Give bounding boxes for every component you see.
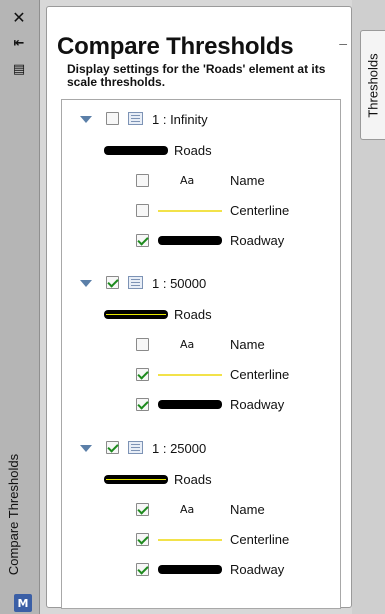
element-row[interactable]: Centerline: [62, 364, 340, 386]
roads-centerline-stripe: [106, 479, 166, 480]
panel-title: Compare Thresholds: [57, 33, 294, 60]
element-row[interactable]: Aa Name: [62, 170, 340, 192]
roads-label: Roads: [174, 143, 212, 158]
text-style-icon: Aa: [180, 338, 195, 351]
scale-label: 1 : Infinity: [152, 112, 208, 127]
compare-thresholds-panel: Compare Thresholds – Display settings fo…: [46, 6, 352, 609]
element-label: Name: [230, 337, 265, 352]
threshold-checkbox[interactable]: [106, 441, 119, 454]
threshold-checkbox[interactable]: [106, 276, 119, 289]
expand-triangle-icon[interactable]: [80, 280, 92, 287]
element-checkbox[interactable]: [136, 398, 149, 411]
element-checkbox[interactable]: [136, 204, 149, 217]
element-checkbox[interactable]: [136, 338, 149, 351]
strip-title-text: Compare Thresholds: [6, 453, 22, 575]
collapse-icon[interactable]: –: [339, 35, 347, 51]
properties-menu-icon[interactable]: ▤: [6, 60, 32, 78]
roadway-style-swatch: [158, 565, 222, 574]
threshold-checkbox[interactable]: [106, 112, 119, 125]
element-checkbox[interactable]: [136, 563, 149, 576]
roads-row: Roads: [62, 140, 340, 162]
element-row[interactable]: Centerline: [62, 200, 340, 222]
roads-style-swatch: [104, 146, 168, 155]
centerline-style-swatch: [158, 374, 222, 376]
tab-thresholds-label: Thresholds: [365, 52, 381, 118]
element-row[interactable]: Aa Name: [62, 334, 340, 356]
text-style-icon: Aa: [180, 174, 195, 187]
element-label: Roadway: [230, 397, 285, 412]
element-label: Name: [230, 502, 265, 517]
scale-table-icon: [128, 441, 143, 454]
roadway-style-swatch: [158, 236, 222, 245]
threshold-tree: 1 : Infinity Roads Aa Name Centerline Roadway…: [61, 99, 341, 609]
scale-table-icon: [128, 276, 143, 289]
text-style-icon: Aa: [180, 503, 195, 516]
auto-hide-icon[interactable]: ⇤: [6, 34, 32, 52]
element-checkbox[interactable]: [136, 368, 149, 381]
element-row[interactable]: Roadway: [62, 559, 340, 581]
scale-table-icon: [128, 112, 143, 125]
roads-centerline-stripe: [106, 314, 166, 315]
element-row[interactable]: Centerline: [62, 529, 340, 551]
centerline-style-swatch: [158, 539, 222, 541]
palette-title-strip: ✕ ⇤ ▤ Compare Thresholds M: [0, 0, 40, 614]
scale-label: 1 : 50000: [152, 276, 207, 291]
threshold-row[interactable]: 1 : 25000: [62, 437, 340, 459]
threshold-row[interactable]: 1 : Infinity: [62, 108, 340, 130]
element-checkbox[interactable]: [136, 234, 149, 247]
element-label: Roadway: [230, 233, 285, 248]
centerline-style-swatch: [158, 210, 222, 212]
roadway-style-swatch: [158, 400, 222, 409]
element-label: Centerline: [230, 367, 290, 382]
roads-label: Roads: [174, 307, 212, 322]
roads-style-swatch: [104, 475, 168, 484]
expand-triangle-icon[interactable]: [80, 116, 92, 123]
close-icon[interactable]: ✕: [6, 8, 32, 27]
element-label: Roadway: [230, 562, 285, 577]
element-row[interactable]: Roadway: [62, 230, 340, 252]
panel-description: Display settings for the 'Roads' element…: [67, 62, 326, 89]
element-label: Centerline: [230, 532, 290, 547]
strip-title: Compare Thresholds: [2, 434, 26, 594]
roads-row: Roads: [62, 304, 340, 326]
element-checkbox[interactable]: [136, 503, 149, 516]
element-row[interactable]: Roadway: [62, 394, 340, 416]
element-label: Name: [230, 173, 265, 188]
app-logo-icon: M: [14, 594, 32, 612]
element-label: Centerline: [230, 203, 290, 218]
element-checkbox[interactable]: [136, 533, 149, 546]
tab-thresholds[interactable]: Thresholds: [360, 30, 385, 140]
scale-label: 1 : 25000: [152, 441, 207, 456]
roads-style-swatch: [104, 310, 168, 319]
threshold-row[interactable]: 1 : 50000: [62, 272, 340, 294]
element-checkbox[interactable]: [136, 174, 149, 187]
roads-label: Roads: [174, 472, 212, 487]
element-row[interactable]: Aa Name: [62, 499, 340, 521]
expand-triangle-icon[interactable]: [80, 445, 92, 452]
roads-row: Roads: [62, 469, 340, 491]
